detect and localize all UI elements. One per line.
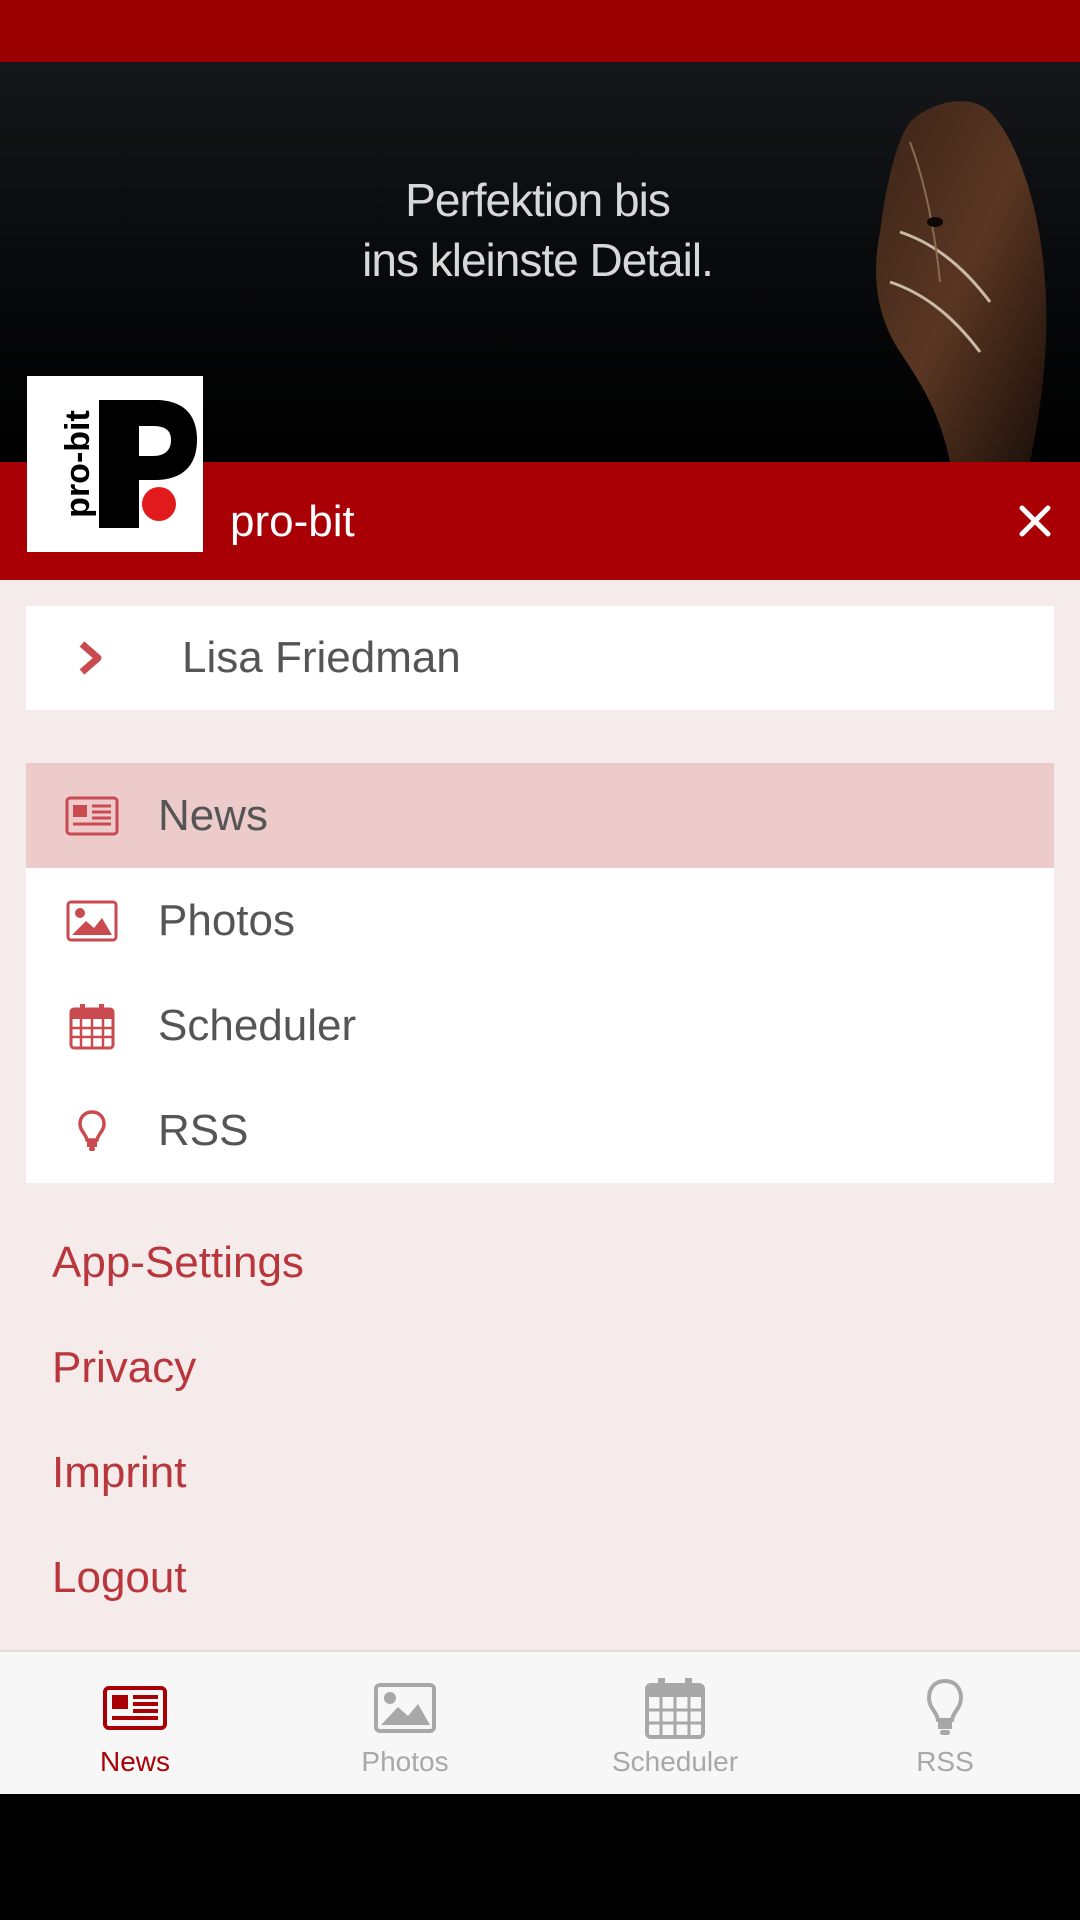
image-icon	[62, 891, 122, 951]
tab-label-rss: RSS	[916, 1746, 974, 1777]
chevron-right-icon	[76, 640, 146, 676]
lightbulb-icon	[905, 1676, 985, 1740]
newspaper-icon	[95, 1676, 175, 1740]
menu-item-news[interactable]: News	[26, 763, 1054, 868]
tab-label-news: News	[99, 1746, 170, 1777]
lightbulb-icon	[62, 1101, 122, 1161]
user-profile-row[interactable]: Lisa Friedman	[26, 606, 1054, 710]
close-button[interactable]	[1005, 496, 1065, 546]
menu-item-scheduler[interactable]: Scheduler	[26, 973, 1054, 1078]
tab-photos[interactable]: Photos	[270, 1652, 540, 1796]
tab-label-photos: Photos	[361, 1746, 449, 1777]
calendar-icon	[635, 1676, 715, 1740]
logout-link[interactable]: Logout	[52, 1525, 952, 1630]
drawer-links: App-Settings Privacy Imprint Logout	[52, 1210, 952, 1630]
tab-news[interactable]: News	[0, 1652, 270, 1796]
newspaper-icon	[62, 786, 122, 846]
privacy-link[interactable]: Privacy	[52, 1315, 952, 1420]
drawer-menu: News Photos Scheduler RSS	[26, 763, 1054, 1183]
close-icon	[1019, 505, 1051, 537]
logo-text: pro-bit	[59, 410, 97, 518]
pro-bit-logo: pro-bit	[27, 376, 203, 552]
tab-scheduler[interactable]: Scheduler	[540, 1652, 810, 1796]
imprint-link[interactable]: Imprint	[52, 1420, 952, 1525]
calendar-icon	[62, 996, 122, 1056]
banner-tagline-line1: Perfektion bis	[405, 174, 671, 226]
menu-label-scheduler: Scheduler	[158, 1000, 357, 1050]
horse-image	[876, 101, 1047, 462]
banner-tagline: Perfektion bis ins kleinste Detail.	[300, 170, 775, 290]
menu-label-photos: Photos	[158, 895, 295, 945]
tab-label-scheduler: Scheduler	[611, 1746, 739, 1777]
menu-item-photos[interactable]: Photos	[26, 868, 1054, 973]
menu-label-news: News	[158, 790, 269, 840]
tab-rss[interactable]: RSS	[810, 1652, 1080, 1796]
app-title: pro-bit	[230, 497, 355, 546]
logo-graphic: pro-bit	[59, 400, 197, 528]
banner-tagline-line2: ins kleinste Detail.	[362, 234, 714, 286]
menu-label-rss: RSS	[158, 1105, 249, 1155]
bottom-tab-bar: News Photos Scheduler RSS	[0, 1650, 1080, 1796]
user-name: Lisa Friedman	[182, 633, 461, 682]
menu-item-rss[interactable]: RSS	[26, 1078, 1054, 1183]
status-bar	[0, 0, 1080, 62]
system-navigation-bar	[0, 1794, 1080, 1920]
app-settings-link[interactable]: App-Settings	[52, 1210, 952, 1315]
image-icon	[365, 1676, 445, 1740]
